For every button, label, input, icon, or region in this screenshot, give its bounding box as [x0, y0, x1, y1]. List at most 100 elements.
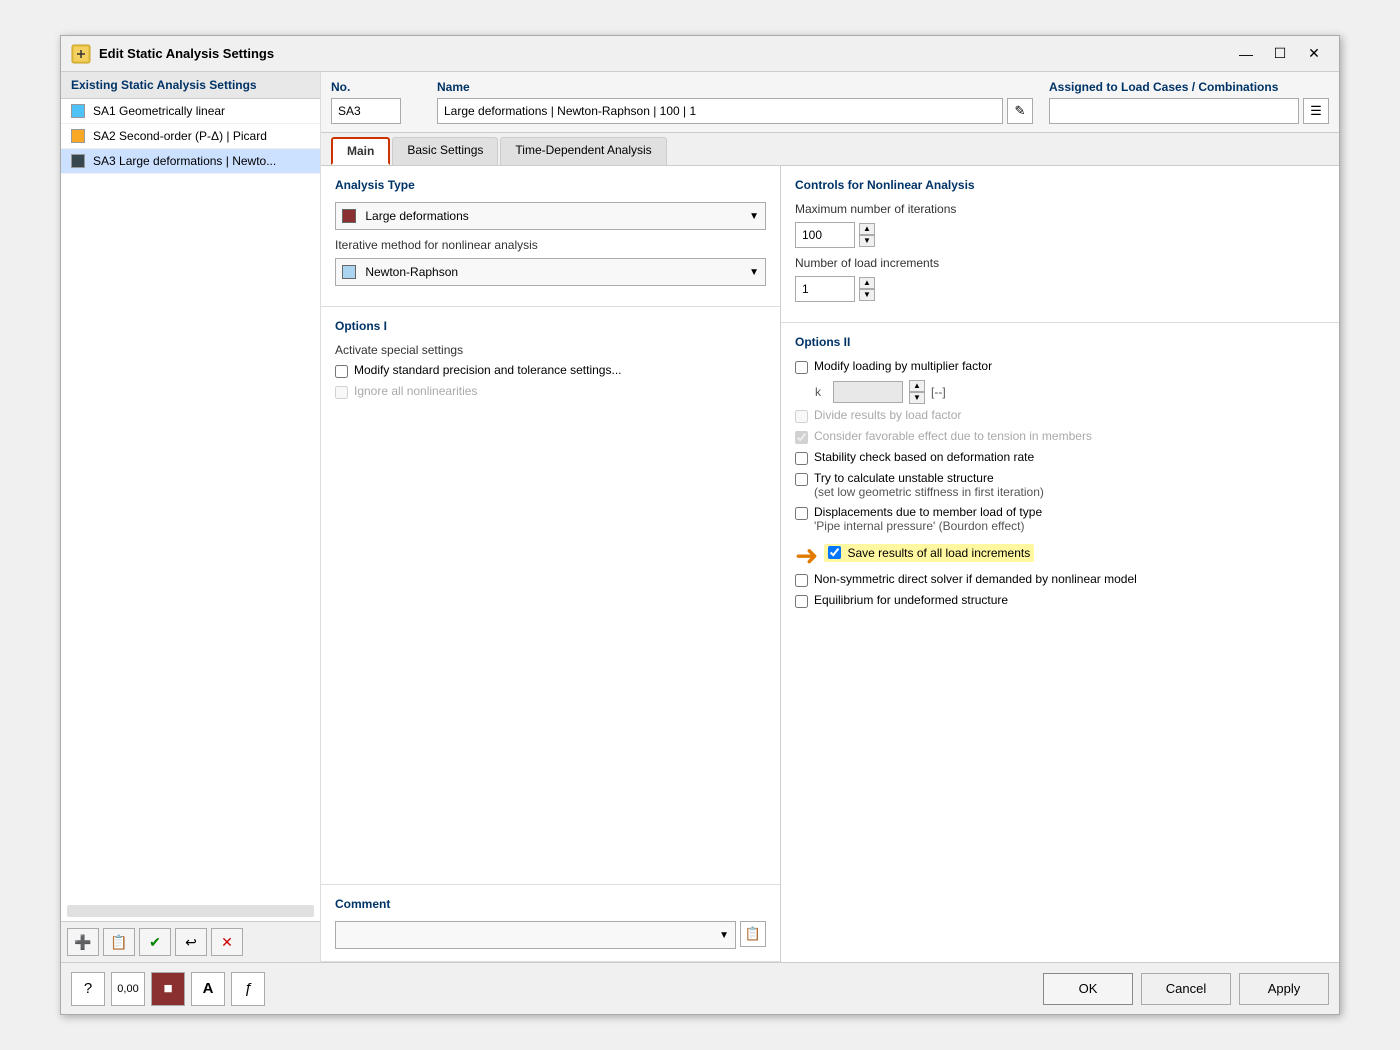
- modifier-k-input[interactable]: [833, 381, 903, 403]
- modify-precision-checkbox[interactable]: [335, 365, 348, 378]
- max-iter-down-button[interactable]: ▼: [859, 235, 875, 247]
- left-section: Analysis Type Large deformations ▼ Itera…: [321, 166, 781, 962]
- non-symmetric-checkbox[interactable]: [795, 574, 808, 587]
- modify-loading-checkbox[interactable]: [795, 361, 808, 374]
- modifier-k-spinner: ▲ ▼: [909, 380, 925, 404]
- sidebar-scrollbar[interactable]: [67, 905, 314, 917]
- sa1-label: SA1 Geometrically linear: [93, 104, 225, 118]
- num-increments-up-button[interactable]: ▲: [859, 277, 875, 289]
- max-iter-up-button[interactable]: ▲: [859, 223, 875, 235]
- comment-block: Comment ▼ 📋: [321, 885, 780, 962]
- window-title: Edit Static Analysis Settings: [99, 46, 274, 61]
- sa2-color: [71, 129, 85, 143]
- text-button[interactable]: A: [191, 972, 225, 1006]
- no-label: No.: [331, 80, 421, 94]
- ignore-nonlinearities-label: Ignore all nonlinearities: [354, 384, 477, 398]
- equilibrium-row: Equilibrium for undeformed structure: [795, 593, 1325, 608]
- tab-main[interactable]: Main: [331, 137, 390, 165]
- assigned-input-row: ☰: [1049, 98, 1329, 124]
- cancel-button[interactable]: Cancel: [1141, 973, 1231, 1005]
- ignore-nonlinearities-checkbox[interactable]: [335, 386, 348, 399]
- sidebar-item-sa2[interactable]: SA2 Second-order (P-Δ) | Picard: [61, 124, 320, 149]
- name-input-row: ✎: [437, 98, 1033, 124]
- stability-check-row: Stability check based on deformation rat…: [795, 450, 1325, 465]
- stability-check-checkbox[interactable]: [795, 452, 808, 465]
- non-symmetric-label: Non-symmetric direct solver if demanded …: [814, 572, 1137, 586]
- edit-name-button[interactable]: ✎: [1007, 98, 1033, 124]
- tab-time-dependent[interactable]: Time-Dependent Analysis: [500, 137, 666, 165]
- comment-copy-button[interactable]: 📋: [740, 921, 766, 947]
- sidebar-toolbar: ➕ 📋 ✔ ↩ ✕: [61, 921, 320, 962]
- non-symmetric-row: Non-symmetric direct solver if demanded …: [795, 572, 1325, 587]
- comment-input-row: ▼ 📋: [335, 921, 766, 949]
- iterative-dropdown[interactable]: Newton-Raphson ▼: [335, 258, 766, 286]
- iterative-color: [342, 265, 356, 279]
- max-iter-label: Maximum number of iterations: [795, 202, 1325, 216]
- orange-arrow-icon: ➜: [795, 539, 818, 572]
- iterative-value: Newton-Raphson: [342, 265, 458, 280]
- formula-button[interactable]: ƒ: [231, 972, 265, 1006]
- equilibrium-label: Equilibrium for undeformed structure: [814, 593, 1008, 607]
- apply-button[interactable]: Apply: [1239, 973, 1329, 1005]
- maximize-button[interactable]: ☐: [1265, 42, 1295, 66]
- equilibrium-checkbox[interactable]: [795, 595, 808, 608]
- options1-title: Options I: [335, 319, 766, 333]
- comment-chevron-icon: ▼: [719, 930, 729, 941]
- save-results-label: Save results of all load increments: [847, 546, 1030, 560]
- modifier-k-up-button[interactable]: ▲: [909, 380, 925, 392]
- calc-unstable-label: Try to calculate unstable structure(set …: [814, 471, 1044, 499]
- close-button[interactable]: ✕: [1299, 42, 1329, 66]
- assigned-input[interactable]: [1049, 98, 1299, 124]
- sidebar-delete-button[interactable]: ✕: [211, 928, 243, 956]
- modify-precision-row: Modify standard precision and tolerance …: [335, 363, 766, 378]
- modify-loading-row: Modify loading by multiplier factor: [795, 359, 1325, 374]
- chevron-down-icon: ▼: [749, 211, 759, 222]
- main-window: Edit Static Analysis Settings — ☐ ✕ Exis…: [60, 35, 1340, 1015]
- num-increments-down-button[interactable]: ▼: [859, 289, 875, 301]
- sidebar-item-sa1[interactable]: SA1 Geometrically linear: [61, 99, 320, 124]
- sidebar-copy-button[interactable]: 📋: [103, 928, 135, 956]
- no-input[interactable]: [331, 98, 401, 124]
- units-button[interactable]: 0,00: [111, 972, 145, 1006]
- num-increments-value: 1: [795, 276, 855, 302]
- iterative-dropdown-row: Newton-Raphson ▼: [335, 258, 766, 286]
- modify-precision-label: Modify standard precision and tolerance …: [354, 363, 621, 377]
- sidebar-check-button[interactable]: ✔: [139, 928, 171, 956]
- sidebar-item-sa3[interactable]: SA3 Large deformations | Newto...: [61, 149, 320, 174]
- right-section: Controls for Nonlinear Analysis Maximum …: [781, 166, 1339, 962]
- modifier-k-down-button[interactable]: ▼: [909, 392, 925, 404]
- favorable-checkbox[interactable]: [795, 431, 808, 444]
- no-group: No.: [331, 80, 421, 124]
- modifier-unit: [--]: [931, 385, 946, 399]
- ignore-nonlinearities-row: Ignore all nonlinearities: [335, 384, 766, 399]
- assigned-list-button[interactable]: ☰: [1303, 98, 1329, 124]
- analysis-type-dropdown[interactable]: Large deformations ▼: [335, 202, 766, 230]
- name-group: Name ✎: [437, 80, 1033, 124]
- displacements-checkbox[interactable]: [795, 507, 808, 520]
- sidebar-renumber-button[interactable]: ↩: [175, 928, 207, 956]
- sa1-color: [71, 104, 85, 118]
- stability-check-label: Stability check based on deformation rat…: [814, 450, 1034, 464]
- calc-unstable-checkbox[interactable]: [795, 473, 808, 486]
- save-results-checkbox[interactable]: [828, 546, 841, 559]
- color-button[interactable]: ■: [151, 972, 185, 1006]
- save-results-arrow-row: ➜ Save results of all load increments: [795, 539, 1325, 572]
- comment-dropdown[interactable]: ▼: [335, 921, 736, 949]
- tab-basic-settings[interactable]: Basic Settings: [392, 137, 498, 165]
- sa2-label: SA2 Second-order (P-Δ) | Picard: [93, 129, 267, 143]
- assigned-group: Assigned to Load Cases / Combinations ☰: [1049, 80, 1329, 124]
- favorable-row: Consider favorable effect due to tension…: [795, 429, 1325, 444]
- sidebar-add-button[interactable]: ➕: [67, 928, 99, 956]
- divide-results-checkbox[interactable]: [795, 410, 808, 423]
- assigned-label: Assigned to Load Cases / Combinations: [1049, 80, 1329, 94]
- bottom-toolbar: ? 0,00 ■ A ƒ: [71, 972, 265, 1006]
- modifier-k-label: k: [815, 385, 827, 399]
- minimize-button[interactable]: —: [1231, 42, 1261, 66]
- help-button[interactable]: ?: [71, 972, 105, 1006]
- controls-title: Controls for Nonlinear Analysis: [795, 178, 1325, 192]
- max-iter-value: 100: [795, 222, 855, 248]
- name-input[interactable]: [437, 98, 1003, 124]
- ok-button[interactable]: OK: [1043, 973, 1133, 1005]
- analysis-type-dropdown-row: Large deformations ▼: [335, 202, 766, 230]
- chevron-down-icon-2: ▼: [749, 267, 759, 278]
